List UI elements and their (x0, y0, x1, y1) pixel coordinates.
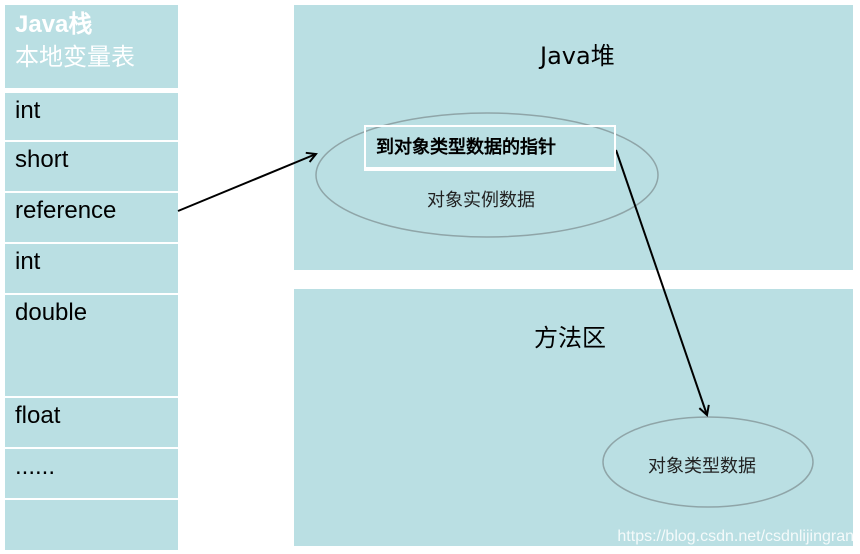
type-data-label: 对象类型数据 (648, 456, 756, 477)
instance-data-label: 对象实例数据 (427, 190, 535, 211)
type-pointer-label: 到对象类型数据的指针 (376, 137, 556, 158)
type-pointer-arrow (615, 149, 707, 415)
type-pointer-box: 到对象类型数据的指针 (364, 125, 616, 171)
watermark: https://blog.csdn.net/csdnlijingran (617, 528, 854, 545)
reference-arrow (177, 154, 316, 212)
